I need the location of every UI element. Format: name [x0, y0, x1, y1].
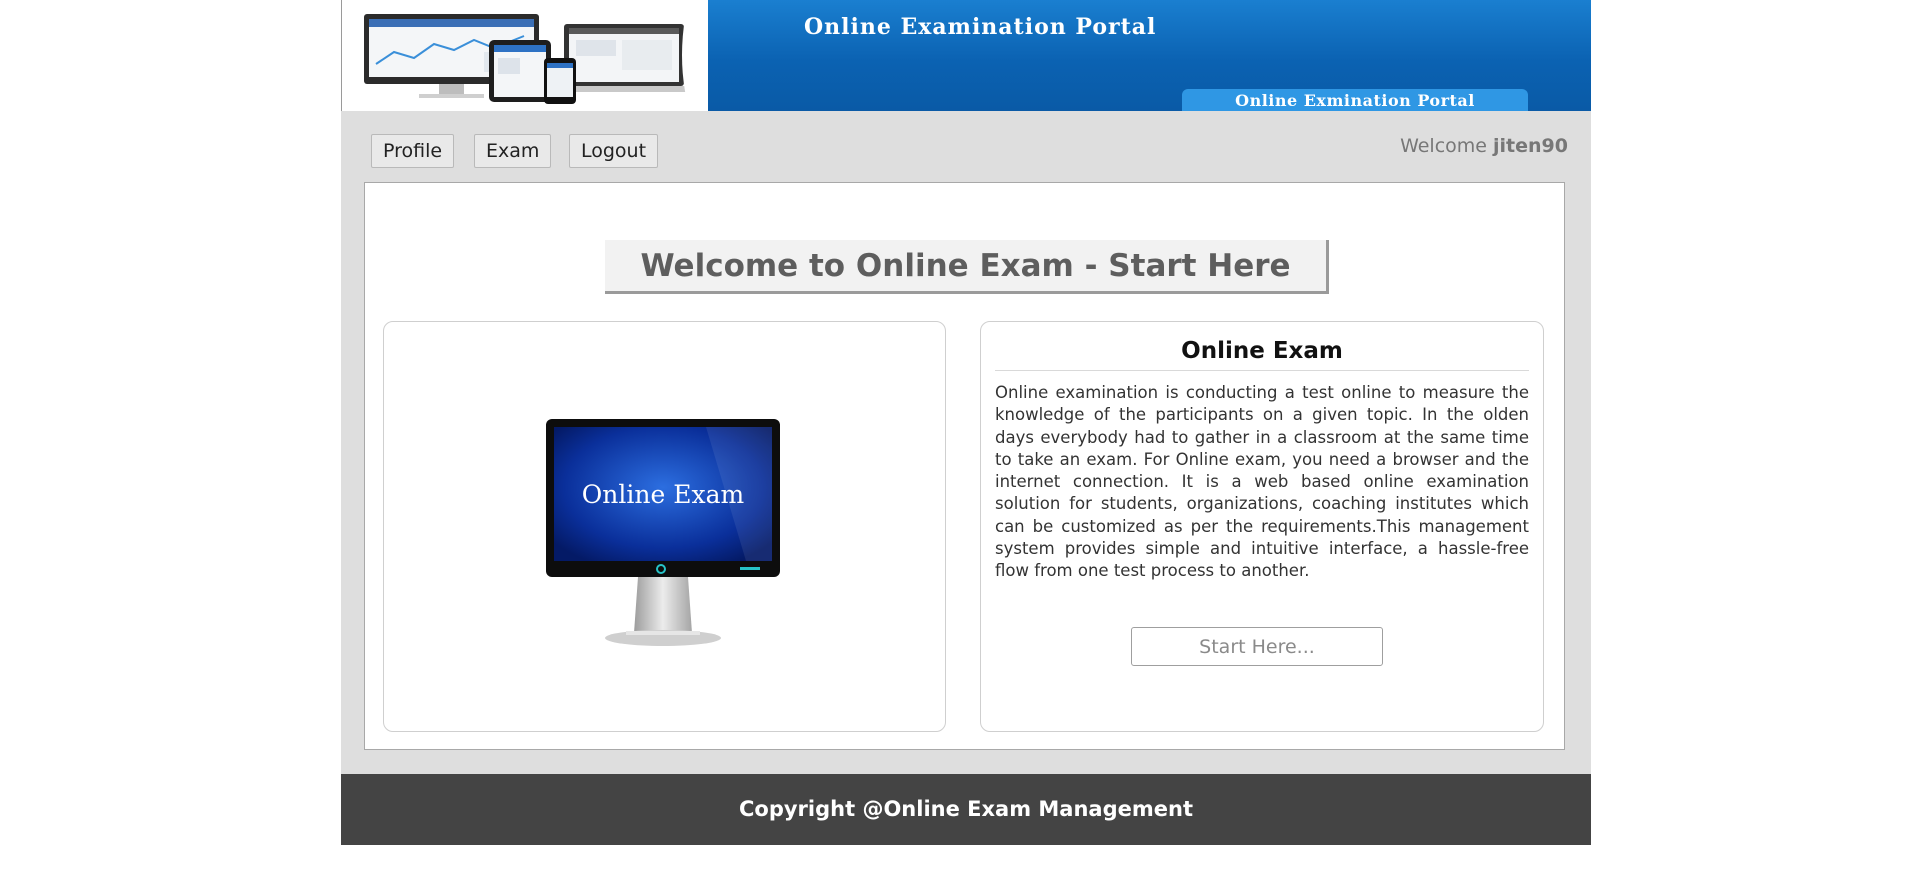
- info-card: Online Exam Online examination is conduc…: [980, 321, 1544, 732]
- footer: Copyright @Online Exam Management: [341, 774, 1591, 845]
- main-panel: Welcome to Online Exam - Start Here Onli…: [364, 182, 1565, 750]
- welcome-message: Welcome jiten90: [1400, 135, 1568, 157]
- monitor-caption: Online Exam: [582, 480, 745, 509]
- banner-title: Online Examination Portal: [804, 14, 1157, 40]
- start-here-button[interactable]: Start Here...: [1131, 627, 1383, 666]
- info-title: Online Exam: [995, 336, 1529, 371]
- welcome-label: Welcome: [1400, 135, 1487, 157]
- header-banner: Online Examination Portal Online Exminat…: [341, 0, 1591, 111]
- page-heading: Welcome to Online Exam - Start Here: [605, 240, 1329, 294]
- banner-tag: Online Exmination Portal: [1182, 89, 1528, 111]
- nav-logout-button[interactable]: Logout: [569, 134, 659, 168]
- nav-profile-button[interactable]: Profile: [371, 134, 455, 168]
- username: jiten90: [1493, 135, 1568, 157]
- info-description: Online examination is conducting a test …: [995, 383, 1529, 581]
- online-exam-monitor-image: Online Exam: [546, 419, 780, 646]
- image-card: Online Exam: [383, 321, 946, 732]
- page: Online Examination Portal Online Exminat…: [0, 0, 1916, 875]
- footer-copyright: Copyright @Online Exam Management: [739, 797, 1193, 821]
- nav-exam-button[interactable]: Exam: [474, 134, 552, 168]
- site-container: Online Examination Portal Online Exminat…: [341, 0, 1591, 845]
- devices-illustration: [364, 14, 694, 104]
